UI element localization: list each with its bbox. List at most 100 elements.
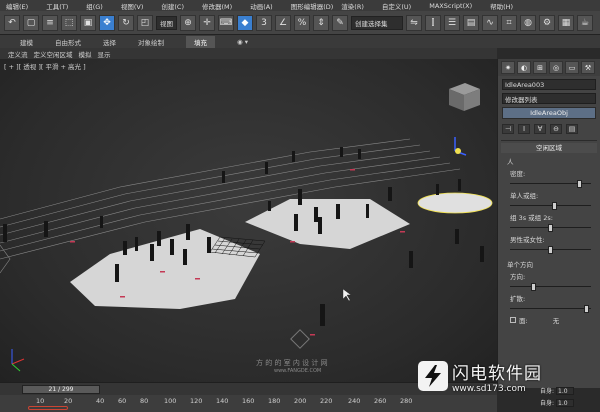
single-group-slider[interactable] <box>510 202 591 210</box>
menu-maxscript[interactable]: MAXScript(X) <box>429 2 472 10</box>
reference-coordinate-select[interactable]: 视图 <box>156 15 177 30</box>
object-name-field[interactable]: IdleArea003 <box>502 79 596 90</box>
menu-bar: 编辑(E) 工具(T) 组(G) 视图(V) 创建(C) 修改器(M) 动画(A… <box>0 0 600 11</box>
menu-help[interactable]: 帮助(H) <box>490 1 513 11</box>
menu-modifiers[interactable]: 修改器(M) <box>202 1 232 11</box>
select-by-name-icon[interactable]: ≡ <box>42 14 58 31</box>
subtab-display[interactable]: 显示 <box>98 49 111 59</box>
configure-sets-icon[interactable]: ▤ <box>566 124 578 134</box>
scale-icon[interactable]: ◰ <box>137 14 153 31</box>
ribbon-tab-populate[interactable]: 填充 <box>186 35 215 48</box>
track-bar[interactable]: 10 20 40 60 80 100 120 140 160 180 200 2… <box>0 395 497 412</box>
modify-tab-icon[interactable]: ◐ <box>517 61 531 74</box>
keyboard-shortcut-icon[interactable]: ⌨ <box>218 14 234 31</box>
menu-create[interactable]: 创建(C) <box>161 1 184 11</box>
utilities-tab-icon[interactable]: ⚒ <box>581 61 595 74</box>
density-knob[interactable] <box>577 180 583 188</box>
percent-snap-icon[interactable]: % <box>294 14 310 31</box>
rotate-icon[interactable]: ↻ <box>118 14 134 31</box>
direction-slider[interactable] <box>510 283 591 291</box>
group-size-knob[interactable] <box>547 224 553 232</box>
snap-3d-icon[interactable]: 3 <box>256 14 272 31</box>
male-female-knob[interactable] <box>547 246 553 254</box>
viewcube[interactable] <box>449 83 480 111</box>
rect-region-icon[interactable]: ⬚ <box>61 14 77 31</box>
pivot-center-icon[interactable]: ⊕ <box>180 14 196 31</box>
remove-modifier-icon[interactable]: ⊖ <box>550 124 562 134</box>
menu-tools[interactable]: 工具(T) <box>46 1 68 11</box>
edit-named-sets-icon[interactable]: ✎ <box>332 14 348 31</box>
face-checkbox[interactable] <box>510 317 516 323</box>
viewport-label[interactable]: [ + ][ 透视 ][ 平滑 + 高光 ] <box>4 61 86 71</box>
render-setup-icon[interactable]: ⚙ <box>539 14 555 31</box>
group-size-slider[interactable] <box>510 224 591 232</box>
create-tab-icon[interactable]: ✷ <box>501 61 515 74</box>
menu-graph-editors[interactable]: 图形编辑器(D) <box>291 1 334 11</box>
material-editor-icon[interactable]: ◍ <box>520 14 536 31</box>
menu-render[interactable]: 渲染(R) <box>341 1 364 11</box>
subtab-define-flows[interactable]: 定义流 <box>8 49 28 59</box>
ribbon-toggle-icon[interactable]: ▤ <box>463 14 479 31</box>
ribbon-tabs: 建模 自由形式 选择 对象绘制 填充 ◉ ▾ <box>0 35 600 48</box>
align-icon[interactable]: ⫿ <box>425 14 441 31</box>
show-end-result-icon[interactable]: Ⅰ <box>518 124 530 134</box>
spread-knob[interactable] <box>583 305 589 313</box>
ribbon-tab-freeform[interactable]: 自由形式 <box>55 37 81 47</box>
density-label: 密度: <box>510 170 526 178</box>
time-slider[interactable]: 21 / 299 <box>22 385 100 394</box>
angle-snap-icon[interactable]: ∠ <box>275 14 291 31</box>
idle-area-selected[interactable] <box>417 192 493 214</box>
hierarchy-tab-icon[interactable]: ⊞ <box>533 61 547 74</box>
spinner-snap-icon[interactable]: ⇕ <box>313 14 329 31</box>
window-crossing-icon[interactable]: ▣ <box>80 14 96 31</box>
mirror-icon[interactable]: ⇋ <box>406 14 422 31</box>
tick-label: 180 <box>268 397 281 405</box>
menu-animation[interactable]: 动画(A) <box>250 1 273 11</box>
menu-edit[interactable]: 编辑(E) <box>6 1 28 11</box>
direction-label: 方向: <box>510 273 526 281</box>
menu-group[interactable]: 组(G) <box>86 1 103 11</box>
pin-stack-icon[interactable]: ⊣ <box>502 124 514 134</box>
layer-manager-icon[interactable]: ☰ <box>444 14 460 31</box>
tick-label: 120 <box>190 397 203 405</box>
display-tab-icon[interactable]: ▭ <box>565 61 579 74</box>
rollout-title[interactable]: 空闲区域 <box>501 143 597 153</box>
scene-canvas <box>0 83 493 372</box>
populate-subtabs: 定义流 定义空闲区域 模拟 显示 <box>0 48 497 59</box>
face-value[interactable]: 无 <box>553 315 560 325</box>
snap-toggle-icon[interactable]: ◆ <box>237 14 253 31</box>
male-female-slider[interactable] <box>510 246 591 254</box>
select-manipulate-icon[interactable]: ✛ <box>199 14 215 31</box>
rendered-frame-icon[interactable]: ▦ <box>558 14 574 31</box>
make-unique-icon[interactable]: ∀ <box>534 124 546 134</box>
single-group-knob[interactable] <box>551 202 557 210</box>
undo-icon[interactable]: ↶ <box>4 14 20 31</box>
subtab-simulate[interactable]: 模拟 <box>79 49 92 59</box>
tick-label: 80 <box>140 397 149 405</box>
curve-editor-icon[interactable]: ∿ <box>482 14 498 31</box>
idle-area-large[interactable] <box>70 229 260 309</box>
watermark-en: www.FANGDE.COM <box>274 368 322 374</box>
select-object-icon[interactable]: ▢ <box>23 14 39 31</box>
spread-slider[interactable] <box>510 305 591 313</box>
schematic-view-icon[interactable]: ⌗ <box>501 14 517 31</box>
frame-field-2[interactable]: 1.0 <box>556 398 575 407</box>
ribbon-tab-object-paint[interactable]: 对象绘制 <box>138 37 164 47</box>
ribbon-tab-modeling[interactable]: 建模 <box>20 37 33 47</box>
modifier-stack-item[interactable]: IdleAreaObj <box>502 107 596 119</box>
subtab-define-idle-areas[interactable]: 定义空闲区域 <box>34 49 73 59</box>
direction-knob[interactable] <box>531 283 537 291</box>
modifier-list-dropdown[interactable]: 修改器列表 <box>502 93 596 104</box>
render-icon[interactable]: ☕ <box>577 14 593 31</box>
perspective-viewport[interactable]: [ + ][ 透视 ][ 平滑 + 高光 ] 方 的 的 室 内 设 计 网 w… <box>0 59 497 382</box>
tick-label: 200 <box>294 397 307 405</box>
motion-tab-icon[interactable]: ◎ <box>549 61 563 74</box>
menu-customize[interactable]: 自定义(U) <box>382 1 411 11</box>
ribbon-tab-selection[interactable]: 选择 <box>103 37 116 47</box>
ribbon-menu-icon[interactable]: ◉ ▾ <box>237 38 248 46</box>
named-selection-set[interactable]: 创建选择集 <box>351 15 403 30</box>
menu-view[interactable]: 视图(V) <box>121 1 144 11</box>
move-icon[interactable]: ✥ <box>99 14 115 31</box>
density-slider[interactable] <box>510 180 591 188</box>
transform-gizmo[interactable] <box>454 137 467 156</box>
